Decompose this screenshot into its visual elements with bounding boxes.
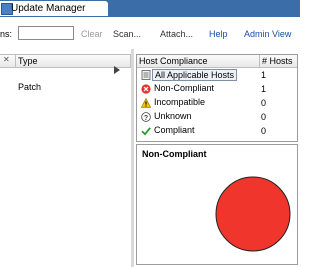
pie-slice-non-compliant <box>215 176 291 252</box>
expand-arrow-icon[interactable] <box>114 66 120 74</box>
all-hosts-icon <box>141 70 151 80</box>
non-compliant-icon <box>141 84 151 94</box>
compliance-row-count: 1 <box>261 84 267 94</box>
compliance-row-unknown[interactable]: ? Unknown 0 <box>137 111 297 123</box>
tab-update-manager-label: Update Manager <box>11 3 86 14</box>
compliance-row-count: 0 <box>261 126 267 136</box>
tab-strip: Update Manager <box>0 0 300 17</box>
compliance-row-count: 1 <box>261 70 267 80</box>
tab-update-manager[interactable]: Update Manager <box>0 1 108 16</box>
table-row[interactable]: Patch <box>18 82 41 92</box>
compliant-icon <box>141 127 151 136</box>
compliance-pie-chart <box>215 176 291 252</box>
compliance-row-count: 0 <box>261 112 267 122</box>
compliance-row-all-applicable-hosts[interactable]: All Applicable Hosts 1 <box>137 69 297 81</box>
compliance-row-label: Incompatible <box>154 97 206 107</box>
column-header-host-compliance[interactable]: Host Compliance <box>139 56 208 66</box>
host-compliance-header: Host Compliance # Hosts <box>137 55 297 68</box>
search-input[interactable] <box>18 26 74 40</box>
sort-icon[interactable]: ✕ <box>3 55 10 64</box>
scan-button[interactable]: Scan... <box>113 29 141 39</box>
clear-button[interactable]: Clear <box>81 29 103 39</box>
incompatible-icon <box>141 98 151 108</box>
column-separator[interactable] <box>259 55 260 67</box>
baseline-grid: ✕ Type Patch <box>0 49 131 267</box>
compliance-row-compliant[interactable]: Compliant 0 <box>137 125 297 137</box>
unknown-icon: ? <box>141 112 151 122</box>
compliance-row-label: All Applicable Hosts <box>152 69 238 81</box>
column-header-type[interactable]: Type <box>18 56 38 66</box>
column-header-host-count[interactable]: # Hosts <box>262 56 293 66</box>
compliance-row-label: Non-Compliant <box>154 83 215 93</box>
column-separator[interactable] <box>15 55 16 67</box>
search-label: ns: <box>0 29 13 39</box>
compliance-chart-panel: Non-Compliant <box>136 144 298 265</box>
attach-button[interactable]: Attach... <box>160 29 193 39</box>
row-type-cell: Patch <box>18 82 42 92</box>
host-compliance-table: Host Compliance # Hosts All Applicable H… <box>136 54 298 142</box>
compliance-pane: Host Compliance # Hosts All Applicable H… <box>134 49 300 267</box>
admin-view-link[interactable]: Admin View <box>244 29 291 39</box>
toolbar: ns: Clear Scan... Attach... Help Admin V… <box>0 17 300 49</box>
compliance-row-non-compliant[interactable]: Non-Compliant 1 <box>137 83 297 95</box>
compliance-row-count: 0 <box>261 98 267 108</box>
svg-text:?: ? <box>144 115 148 122</box>
help-link[interactable]: Help <box>209 29 228 39</box>
grid-header: ✕ Type <box>0 54 131 68</box>
compliance-row-label: Unknown <box>154 111 192 121</box>
compliance-row-incompatible[interactable]: Incompatible 0 <box>137 97 297 109</box>
compliance-row-label: Compliant <box>154 125 195 135</box>
